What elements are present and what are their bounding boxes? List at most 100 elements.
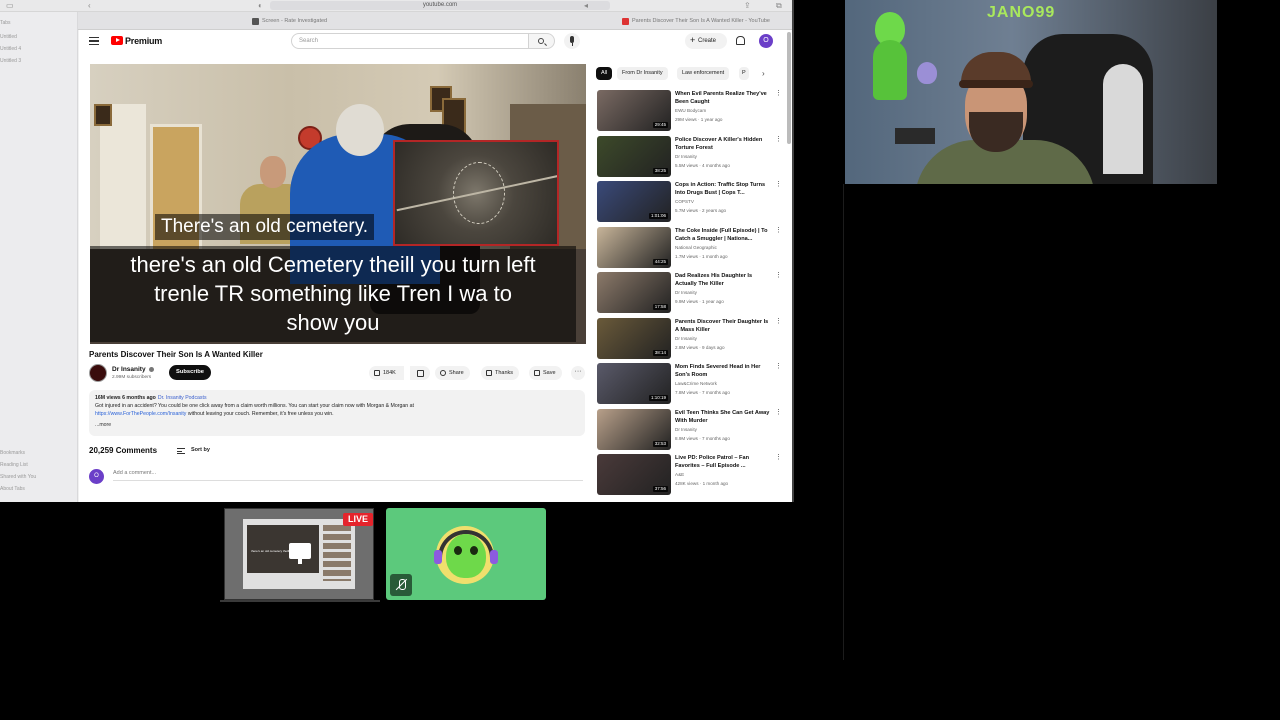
related-channel[interactable]: Dr Insanity [675,427,697,432]
like-button[interactable]: 184K [369,366,404,380]
sidebar-item-tabs[interactable]: Tabs [0,20,11,26]
related-thumbnail[interactable]: 17:58 [597,272,671,313]
kebab-menu-icon[interactable]: ⋮ [775,318,782,325]
related-channel[interactable]: National Geographic [675,245,717,250]
related-video-item[interactable]: 29:45 When Evil Parents Realize They've B… [597,90,787,132]
related-thumbnail[interactable]: 29:45 [597,90,671,131]
sidebar-item-about-tabs[interactable]: About Tabs [0,486,25,492]
related-title[interactable]: Live PD: Police Patrol – Fan Favorites –… [675,454,771,470]
account-avatar[interactable]: O [759,34,773,48]
menu-icon[interactable] [89,37,99,45]
participant-avatar-tile[interactable] [386,508,546,600]
related-channel[interactable]: Dr Insanity [675,290,697,295]
sort-by-button[interactable]: Sort by [191,447,210,453]
subscribe-button[interactable]: Subscribe [169,365,211,380]
search-button[interactable] [529,33,555,49]
channel-avatar[interactable] [89,364,107,382]
screen-share-tile[interactable]: there's an old cemetery theill you turn … [224,508,374,600]
share-icon[interactable]: ⇪ [744,0,751,11]
sidebar-item-shared[interactable]: Shared with You [0,474,36,480]
description-box[interactable]: 16M views 6 months ago Dr. Insanity Podca… [89,390,585,436]
voice-search-icon[interactable] [564,33,580,49]
sidebar-item-bookmarks[interactable]: Bookmarks [0,450,25,456]
sidebar-item-untitled-3[interactable]: Untitled 3 [0,58,21,64]
kebab-menu-icon[interactable]: ⋮ [775,272,782,279]
related-thumbnail[interactable]: 1:01:06 [597,181,671,222]
related-thumbnail[interactable]: 32:53 [597,408,671,450]
related-thumbnail[interactable]: 38:14 [597,317,671,359]
address-bar[interactable]: youtube.com [270,1,610,10]
related-title[interactable]: The Coke Inside (Full Episode) | To Catc… [675,227,771,243]
related-title[interactable]: Mom Finds Severed Head in Her Son's Room [675,363,771,379]
page-scrollbar[interactable] [787,32,791,144]
related-video-item[interactable]: 17:58 Dad Realizes His Daughter Is Actual… [597,272,787,314]
related-channel[interactable]: A&E [675,472,684,477]
sidebar-item-untitled[interactable]: Untitled [0,34,17,40]
related-title[interactable]: Police Discover A Killer's Hidden Tortur… [675,136,771,152]
related-thumbnail[interactable]: 38:25 [597,135,671,177]
related-video-item[interactable]: 32:53 Evil Teen Thinks She Can Get Away W… [597,408,787,451]
related-channel[interactable]: Dr Insanity [675,336,697,341]
search-input[interactable]: Search [291,33,529,49]
tab-overview-icon[interactable]: ⧉ [776,0,782,11]
tab-screen[interactable]: Screen - Rate Investigated [248,15,327,28]
related-title[interactable]: Dad Realizes His Daughter Is Actually Th… [675,272,771,288]
browser-toolbar: ▭ ‹ ◐ youtube.com ◂ ⇪ ⧉ [0,0,792,12]
related-title[interactable]: Parents Discover Their Daughter Is A Mas… [675,318,771,334]
channel-name[interactable]: Dr Insanity [112,366,146,373]
sidebar-item-untitled-4[interactable]: Untitled 4 [0,46,21,52]
related-title[interactable]: Evil Teen Thinks She Can Get Away With M… [675,409,771,425]
related-video-item[interactable]: 38:14 Parents Discover Their Daughter Is … [597,317,787,360]
kebab-menu-icon[interactable]: ⋮ [775,136,782,143]
dislike-button[interactable] [410,366,430,380]
speaker-icon[interactable]: ◂ [584,0,588,11]
save-button[interactable]: Save [529,366,562,380]
youtube-brand[interactable]: Premium [125,36,162,46]
related-thumbnail[interactable]: 37:56 [597,454,671,495]
related-video-item[interactable]: 1:01:06 Cops in Action: Traffic Stop Turn… [597,181,787,223]
mic-muted-icon[interactable] [390,574,412,596]
sidebar-item-reading-list[interactable]: Reading List [0,462,28,468]
podcast-tag[interactable]: Dr. Insanity Podcasts [158,395,207,401]
tab-youtube[interactable]: Parents Discover Their Son Is A Wanted K… [618,15,770,28]
channel-name-row[interactable]: Dr Insanity [112,366,154,373]
related-meta: 1.7M views · 1 month ago [675,253,728,259]
related-thumbnail[interactable]: 44:25 [597,226,671,268]
share-button[interactable]: Share [435,366,470,380]
sidebar-toggle-icon[interactable]: ▭ [6,0,14,11]
back-icon[interactable]: ‹ [88,0,91,11]
create-button[interactable]: + Create [685,33,727,49]
related-video-item[interactable]: 37:56 Live PD: Police Patrol – Fan Favori… [597,454,787,496]
kebab-menu-icon[interactable]: ⋮ [775,454,782,461]
kebab-menu-icon[interactable]: ⋮ [775,409,782,416]
chip-from-dr-insanity[interactable]: From Dr Insanity [617,67,668,80]
related-channel[interactable]: Law&Crime Network [675,381,717,386]
description-link[interactable]: https://www.ForThePeople.com/Insanity [95,411,186,417]
related-video-item[interactable]: 38:25 Police Discover A Killer's Hidden T… [597,135,787,178]
related-video-item[interactable]: 1:10:19 Mom Finds Severed Head in Her Son… [597,363,787,405]
related-channel[interactable]: Dr Insanity [675,154,697,159]
kebab-menu-icon[interactable]: ⋮ [775,363,782,370]
related-thumbnail[interactable]: 1:10:19 [597,363,671,404]
kebab-menu-icon[interactable]: ⋮ [775,90,782,97]
kebab-menu-icon[interactable]: ⋮ [775,181,782,188]
chip-all[interactable]: All [596,67,613,80]
chevron-right-icon[interactable]: › [762,67,774,80]
more-actions-button[interactable]: ··· [571,366,585,380]
notifications-icon[interactable] [735,36,745,45]
commenter-avatar: O [89,469,104,484]
show-more-link[interactable]: ...more [95,422,111,428]
add-comment-input[interactable]: Add a comment... [113,470,583,481]
chip-law-enforcement[interactable]: Law enforcement [677,67,730,80]
youtube-logo-icon[interactable] [111,36,123,45]
related-title[interactable]: Cops in Action: Traffic Stop Turns Into … [675,181,771,197]
kebab-menu-icon[interactable]: ⋮ [775,227,782,234]
video-player[interactable]: There's an old cemetery. there's an old … [90,64,586,344]
related-title[interactable]: When Evil Parents Realize They've Been C… [675,90,771,106]
sort-icon[interactable] [177,448,185,454]
related-video-item[interactable]: 44:25 The Coke Inside (Full Episode) | To… [597,226,787,269]
related-channel[interactable]: COPSTV [675,199,694,204]
thanks-button[interactable]: Thanks [481,366,520,380]
chip-partial[interactable]: P [739,67,749,80]
related-channel[interactable]: EWU Bodycam [675,108,706,113]
